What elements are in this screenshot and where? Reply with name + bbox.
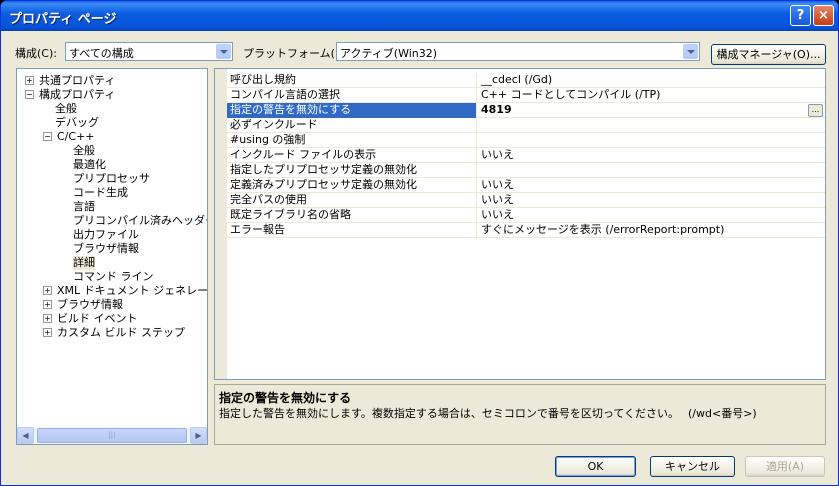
scroll-left-icon[interactable]: ◀ <box>17 427 34 444</box>
tree-item-label: C/C++ <box>57 130 95 143</box>
tree-item-label: コード生成 <box>73 186 128 199</box>
property-row[interactable]: 必ずインクルード <box>215 118 825 133</box>
property-name[interactable]: 完全パスの使用 <box>227 193 477 208</box>
collapse-icon[interactable]: − <box>25 90 34 99</box>
property-row[interactable]: 既定ライブラリ名の省略 いいえ <box>215 208 825 223</box>
config-manager-button[interactable]: 構成マネージャ(O)... <box>711 44 826 65</box>
tree-item-label: XML ドキュメント ジェネレータ <box>57 284 208 297</box>
property-row[interactable]: #using の強制 <box>215 133 825 148</box>
property-row[interactable]: コンパイル言語の選択 C++ コードとしてコンパイル (/TP) <box>215 88 825 103</box>
tree-item-label: 出力ファイル <box>73 228 139 241</box>
tree-item-label: デバッグ <box>55 116 99 129</box>
row-margin <box>215 208 227 223</box>
config-select[interactable]: すべての構成 <box>65 42 233 61</box>
help-icon[interactable]: ? <box>790 5 811 26</box>
title-bar[interactable]: プロパティ ページ ? × <box>1 1 838 31</box>
tree-item-label: 最適化 <box>73 158 106 171</box>
property-name[interactable]: 指定したプリプロセッサ定義の無効化 <box>227 163 477 178</box>
expand-icon[interactable]: + <box>43 314 52 323</box>
tree-item-label: 詳細 <box>73 256 95 270</box>
property-value[interactable]: すぐにメッセージを表示 (/errorReport:prompt) <box>478 223 825 238</box>
property-value[interactable]: C++ コードとしてコンパイル (/TP) <box>478 88 825 103</box>
property-grid[interactable]: 呼び出し規約 __cdecl (/Gd) コンパイル言語の選択 C++ コードとしてコ… <box>214 68 826 380</box>
property-row[interactable]: 完全パスの使用 いいえ <box>215 193 825 208</box>
row-margin <box>215 163 227 178</box>
category-tree[interactable]: + 共通プロパティ − 構成プロパティ 全般 デバッグ − C/C++ 全般 最適化 プリプロセッサ… <box>16 68 208 445</box>
ellipsis-button[interactable]: ... <box>808 104 823 117</box>
row-margin <box>215 178 227 193</box>
row-margin <box>215 193 227 208</box>
tree-item-label: カスタム ビルド ステップ <box>57 326 185 339</box>
cancel-button[interactable]: キャンセル <box>650 456 735 477</box>
config-select-value: すべての構成 <box>69 47 134 60</box>
property-value[interactable]: __cdecl (/Gd) <box>478 73 825 88</box>
property-value[interactable] <box>478 163 825 178</box>
platform-select[interactable]: アクティブ(Win32) <box>336 42 700 61</box>
property-value[interactable]: 4819 <box>478 103 825 118</box>
property-value[interactable] <box>478 133 825 148</box>
window-title: プロパティ ページ <box>9 12 117 27</box>
row-margin <box>215 88 227 103</box>
property-name[interactable]: 指定の警告を無効にする <box>227 103 477 118</box>
tree-item-label: プリコンパイル済みヘッダー <box>73 214 208 227</box>
property-value[interactable] <box>478 118 825 133</box>
property-name[interactable]: 既定ライブラリ名の省略 <box>227 208 477 223</box>
tree-item-label: プリプロセッサ <box>73 172 150 185</box>
property-name[interactable]: 必ずインクルード <box>227 118 477 133</box>
chevron-down-icon[interactable] <box>683 44 698 59</box>
row-margin <box>215 103 227 118</box>
description-text: 指定した警告を無効にします。複数指定する場合は、セミコロンで番号を区切ってくださ… <box>219 407 757 420</box>
scroll-thumb[interactable]: ||| <box>37 428 187 443</box>
property-name[interactable]: 定義済みプリプロセッサ定義の無効化 <box>227 178 477 193</box>
tree-item-label: ビルド イベント <box>57 312 138 325</box>
tree-item-label: 全般 <box>73 144 95 157</box>
platform-label: プラットフォーム(P): <box>243 47 350 60</box>
tree-item-label: 全般 <box>55 102 77 115</box>
tree-item-label: コマンド ライン <box>73 270 154 283</box>
description-pane: 指定の警告を無効にする 指定した警告を無効にします。複数指定する場合は、セミコロ… <box>214 384 826 445</box>
property-row[interactable]: 指定したプリプロセッサ定義の無効化 <box>215 163 825 178</box>
tree-item-label: 構成プロパティ <box>39 88 116 101</box>
expand-icon[interactable]: + <box>43 328 52 337</box>
row-margin <box>215 73 227 88</box>
close-icon[interactable]: × <box>813 5 834 26</box>
row-margin <box>215 133 227 148</box>
property-value[interactable]: いいえ <box>478 148 825 163</box>
property-value[interactable]: いいえ <box>478 193 825 208</box>
property-name[interactable]: コンパイル言語の選択 <box>227 88 477 103</box>
tree-horizontal-scrollbar[interactable]: ◀ ||| ▶ <box>17 427 207 444</box>
tree-item-label: ブラウザ情報 <box>57 298 123 311</box>
property-name[interactable]: 呼び出し規約 <box>227 73 477 88</box>
property-name[interactable]: #using の強制 <box>227 133 477 148</box>
config-label: 構成(C): <box>15 47 57 60</box>
description-title: 指定の警告を無効にする <box>219 391 352 405</box>
ok-button[interactable]: OK <box>555 456 636 477</box>
property-name[interactable]: インクルード ファイルの表示 <box>227 148 477 163</box>
property-row[interactable]: インクルード ファイルの表示 いいえ <box>215 148 825 163</box>
tree-item-label: ブラウザ情報 <box>73 242 139 255</box>
expand-icon[interactable]: + <box>43 300 52 309</box>
expand-icon[interactable]: + <box>43 286 52 295</box>
platform-select-value: アクティブ(Win32) <box>340 47 438 60</box>
collapse-icon[interactable]: − <box>43 132 52 141</box>
row-margin <box>215 118 227 133</box>
property-value[interactable]: いいえ <box>478 208 825 223</box>
chevron-down-icon[interactable] <box>216 44 231 59</box>
row-margin <box>215 148 227 163</box>
apply-button[interactable]: 適用(A) <box>745 456 825 477</box>
property-row[interactable]: 定義済みプリプロセッサ定義の無効化 いいえ <box>215 178 825 193</box>
expand-icon[interactable]: + <box>25 76 34 85</box>
tree-item-label: 共通プロパティ <box>39 74 116 87</box>
scroll-right-icon[interactable]: ▶ <box>190 427 207 444</box>
tree-item-label: 言語 <box>73 200 95 213</box>
property-row[interactable]: 呼び出し規約 __cdecl (/Gd) <box>215 73 825 88</box>
property-pages-window: プロパティ ページ ? × 構成(C): すべての構成 プラットフォーム(P):… <box>0 0 839 486</box>
property-row[interactable]: 指定の警告を無効にする 4819... <box>215 103 825 118</box>
property-value[interactable]: いいえ <box>478 178 825 193</box>
row-margin <box>215 223 227 238</box>
property-name[interactable]: エラー報告 <box>227 223 477 238</box>
property-row[interactable]: エラー報告 すぐにメッセージを表示 (/errorReport:prompt) <box>215 223 825 238</box>
